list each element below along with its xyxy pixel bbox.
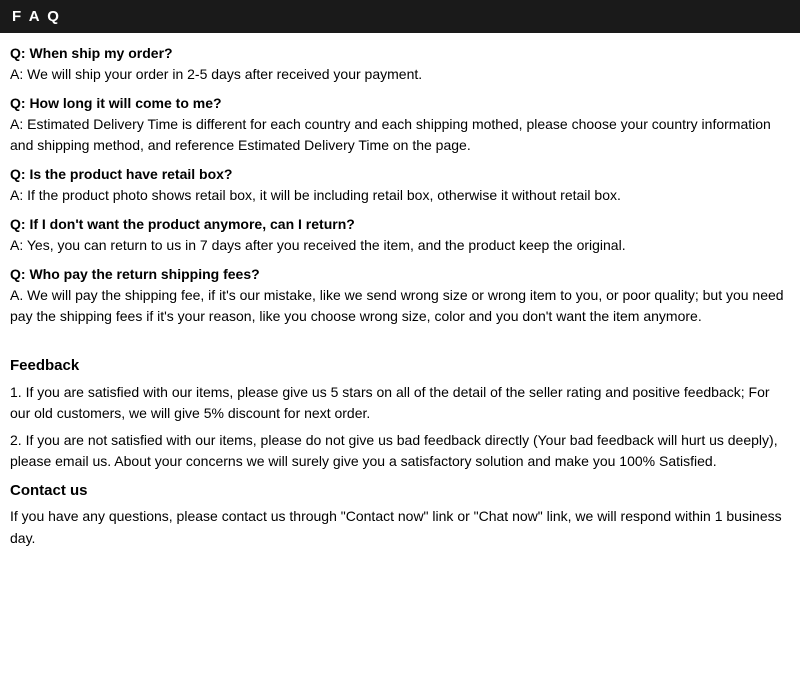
qa-block-5: Q: Who pay the return shipping fees? A. …	[10, 266, 790, 327]
contact-section: Contact us If you have any questions, pl…	[0, 482, 800, 560]
feedback-item-2: 2. If you are not satisfied with our ite…	[10, 430, 790, 472]
contact-title: Contact us	[10, 482, 790, 499]
page-container: F A Q Q: When ship my order? A: We will …	[0, 0, 800, 560]
faq-title: F A Q	[12, 8, 61, 25]
qa-block-3: Q: Is the product have retail box? A: If…	[10, 166, 790, 206]
qa-block-4: Q: If I don't want the product anymore, …	[10, 216, 790, 256]
question-3: Q: Is the product have retail box?	[10, 166, 790, 182]
answer-3: A: If the product photo shows retail box…	[10, 185, 790, 206]
feedback-section: Feedback 1. If you are satisfied with ou…	[0, 337, 800, 472]
answer-4: A: Yes, you can return to us in 7 days a…	[10, 235, 790, 256]
question-2: Q: How long it will come to me?	[10, 95, 790, 111]
feedback-item-1: 1. If you are satisfied with our items, …	[10, 382, 790, 424]
answer-1: A: We will ship your order in 2-5 days a…	[10, 64, 790, 85]
question-4: Q: If I don't want the product anymore, …	[10, 216, 790, 232]
faq-header: F A Q	[0, 0, 800, 33]
question-5: Q: Who pay the return shipping fees?	[10, 266, 790, 282]
faq-section: Q: When ship my order? A: We will ship y…	[0, 45, 800, 327]
feedback-title: Feedback	[10, 357, 790, 374]
qa-block-2: Q: How long it will come to me? A: Estim…	[10, 95, 790, 156]
qa-block-1: Q: When ship my order? A: We will ship y…	[10, 45, 790, 85]
answer-5: A. We will pay the shipping fee, if it's…	[10, 285, 790, 327]
contact-text: If you have any questions, please contac…	[10, 505, 790, 550]
question-1: Q: When ship my order?	[10, 45, 790, 61]
answer-2: A: Estimated Delivery Time is different …	[10, 114, 790, 156]
